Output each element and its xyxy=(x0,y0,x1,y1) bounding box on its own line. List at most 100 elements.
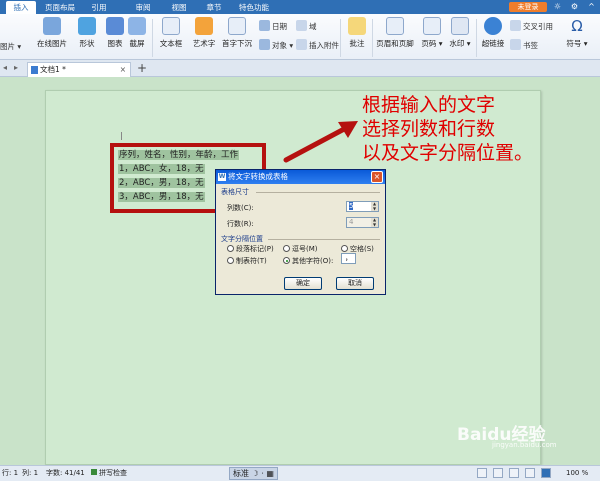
rows-value: 4 xyxy=(349,218,354,226)
view-page-icon[interactable] xyxy=(525,468,535,478)
tab-review[interactable]: 审阅 xyxy=(132,1,154,14)
wordart-button[interactable]: 艺术字 xyxy=(189,17,219,49)
spin-arrows-icon[interactable]: ▲ ▼ xyxy=(371,201,378,211)
cancel-button[interactable]: 取消 xyxy=(336,277,374,290)
prev-icon[interactable]: ◂ xyxy=(3,63,7,72)
object-button[interactable]: 对象 ▾ xyxy=(259,39,293,51)
radio-tab[interactable]: 制表符(T) xyxy=(227,256,267,266)
next-icon[interactable]: ▸ xyxy=(14,63,18,72)
col-indicator: 列: 1 xyxy=(22,469,39,477)
zoom-level[interactable]: 100 % xyxy=(566,466,588,481)
check-icon xyxy=(91,469,97,475)
page-number-button[interactable]: 页码 ▾ xyxy=(417,17,447,49)
annotation-arrow xyxy=(283,121,358,163)
bookmark-button[interactable]: 书签 xyxy=(510,39,538,51)
separator-group-label: 文字分隔位置 xyxy=(221,235,263,243)
cols-stepper[interactable]: 5 ▲ ▼ xyxy=(346,201,379,212)
annotation-text: 根据输入的文字 选择列数和行数 以及文字分隔位置。 xyxy=(362,93,533,165)
tab-references[interactable]: 引用 xyxy=(88,1,110,14)
comment-button[interactable]: 批注 xyxy=(342,17,372,49)
login-button[interactable]: 未登录 xyxy=(509,2,547,12)
view-web-icon[interactable] xyxy=(493,468,503,478)
attachment-button[interactable]: 插入附件 xyxy=(296,39,339,51)
add-tab-icon[interactable]: + xyxy=(137,61,147,75)
header-footer-button[interactable]: 页眉和页脚 xyxy=(374,17,416,49)
view-print-layout-icon[interactable] xyxy=(541,468,551,478)
dialog-title: 将文字转换成表格 xyxy=(228,172,288,181)
symbol-button[interactable]: Ω 符号 ▾ xyxy=(562,17,592,49)
online-picture-button[interactable]: 在线图片 xyxy=(32,17,72,49)
divider xyxy=(340,19,341,57)
annotation-line: 根据输入的文字 xyxy=(362,94,496,116)
document-tab-label: 文档1 * xyxy=(40,65,66,74)
close-button[interactable]: × xyxy=(371,171,383,183)
tab-view[interactable]: 视图 xyxy=(168,1,190,14)
word-count[interactable]: 字数: 41/41 xyxy=(46,466,85,481)
field-icon xyxy=(296,20,307,31)
radio-icon xyxy=(227,257,234,264)
spellcheck-toggle[interactable]: 拼写检查 xyxy=(91,466,127,481)
ribbon-tab-bar: 插入 页面布局 引用 审阅 视图 章节 特色功能 未登录 ☼ ⚙ ^ xyxy=(0,0,600,14)
skin-icon[interactable]: ☼ xyxy=(553,2,562,11)
document-tab[interactable]: 文档1 * × xyxy=(27,62,131,77)
divider xyxy=(152,19,153,57)
dropcap-button[interactable]: 首字下沉 xyxy=(219,17,255,49)
radio-other[interactable]: 其他字符(O): xyxy=(283,256,333,266)
screenshot-button[interactable]: 截屏 xyxy=(122,17,152,49)
dialog-titlebar[interactable]: W 将文字转换成表格 × xyxy=(216,170,385,184)
radio-comma[interactable]: 逗号(M) xyxy=(283,244,318,254)
scissors-icon xyxy=(128,17,146,35)
group-divider xyxy=(256,192,380,193)
annotation-line: 选择列数和行数 xyxy=(362,118,496,140)
writer-icon: W xyxy=(218,173,226,181)
wordart-icon xyxy=(195,17,213,35)
spin-arrows-icon: ▲ ▼ xyxy=(371,217,378,227)
radio-label: 空格(S) xyxy=(350,245,374,253)
input-mode-label: 标准 xyxy=(233,469,249,478)
bookmark-icon xyxy=(510,39,521,50)
divider xyxy=(372,19,373,57)
object-icon xyxy=(259,39,270,50)
calendar-icon xyxy=(259,20,270,31)
status-bar: 行: 1 列: 1 字数: 41/41 拼写检查 标准 ☽ ⋅ ▦ 100 % xyxy=(0,465,600,481)
radio-selected-icon xyxy=(283,257,290,264)
textbox-button[interactable]: 文本框 xyxy=(156,17,186,49)
annotation-line: 以及文字分隔位置。 xyxy=(362,142,534,164)
ribbon: 图片 ▾ 在线图片 形状 图表 截屏 文本框 艺术字 首字下沉 日期 对象 ▾ … xyxy=(0,14,600,60)
cross-ref-button[interactable]: 交叉引用 xyxy=(510,20,553,32)
ok-button[interactable]: 确定 xyxy=(284,277,322,290)
tab-page-layout[interactable]: 页面布局 xyxy=(40,1,80,14)
view-reading-icon[interactable] xyxy=(477,468,487,478)
comment-icon xyxy=(348,17,366,35)
divider xyxy=(476,19,477,57)
tab-insert[interactable]: 插入 xyxy=(6,1,36,14)
watermark-button[interactable]: 水印 ▾ xyxy=(445,17,475,49)
picture-button[interactable]: 图片 ▾ xyxy=(0,41,21,52)
radio-icon xyxy=(227,245,234,252)
shape-button[interactable]: 形状 xyxy=(72,17,102,49)
radio-label: 逗号(M) xyxy=(292,245,318,253)
tab-features[interactable]: 特色功能 xyxy=(234,1,274,14)
radio-paragraph[interactable]: 段落标记(P) xyxy=(227,244,274,254)
radio-label: 制表符(T) xyxy=(236,257,267,265)
margin-mark xyxy=(121,132,122,140)
tab-chapter[interactable]: 章节 xyxy=(203,1,225,14)
hyperlink-button[interactable]: 超链接 xyxy=(478,17,508,49)
collapse-icon[interactable]: ^ xyxy=(587,2,596,11)
size-group-label: 表格尺寸 xyxy=(221,188,249,196)
other-char-input[interactable]: ， xyxy=(341,253,356,264)
date-button[interactable]: 日期 xyxy=(259,20,287,32)
radio-label: 其他字符(O): xyxy=(292,257,334,265)
group-divider xyxy=(268,239,380,240)
settings-icon[interactable]: ⚙ xyxy=(570,2,579,11)
spellcheck-label: 拼写检查 xyxy=(99,469,127,477)
picture-icon xyxy=(43,17,61,35)
omega-icon: Ω xyxy=(571,17,583,35)
globe-icon xyxy=(484,17,502,35)
radio-icon xyxy=(283,245,290,252)
view-outline-icon[interactable] xyxy=(509,468,519,478)
close-icon[interactable]: × xyxy=(120,63,126,77)
field-button[interactable]: 域 xyxy=(296,20,317,32)
cols-value: 5 xyxy=(349,202,354,210)
input-mode-indicator[interactable]: 标准 ☽ ⋅ ▦ xyxy=(229,467,278,480)
